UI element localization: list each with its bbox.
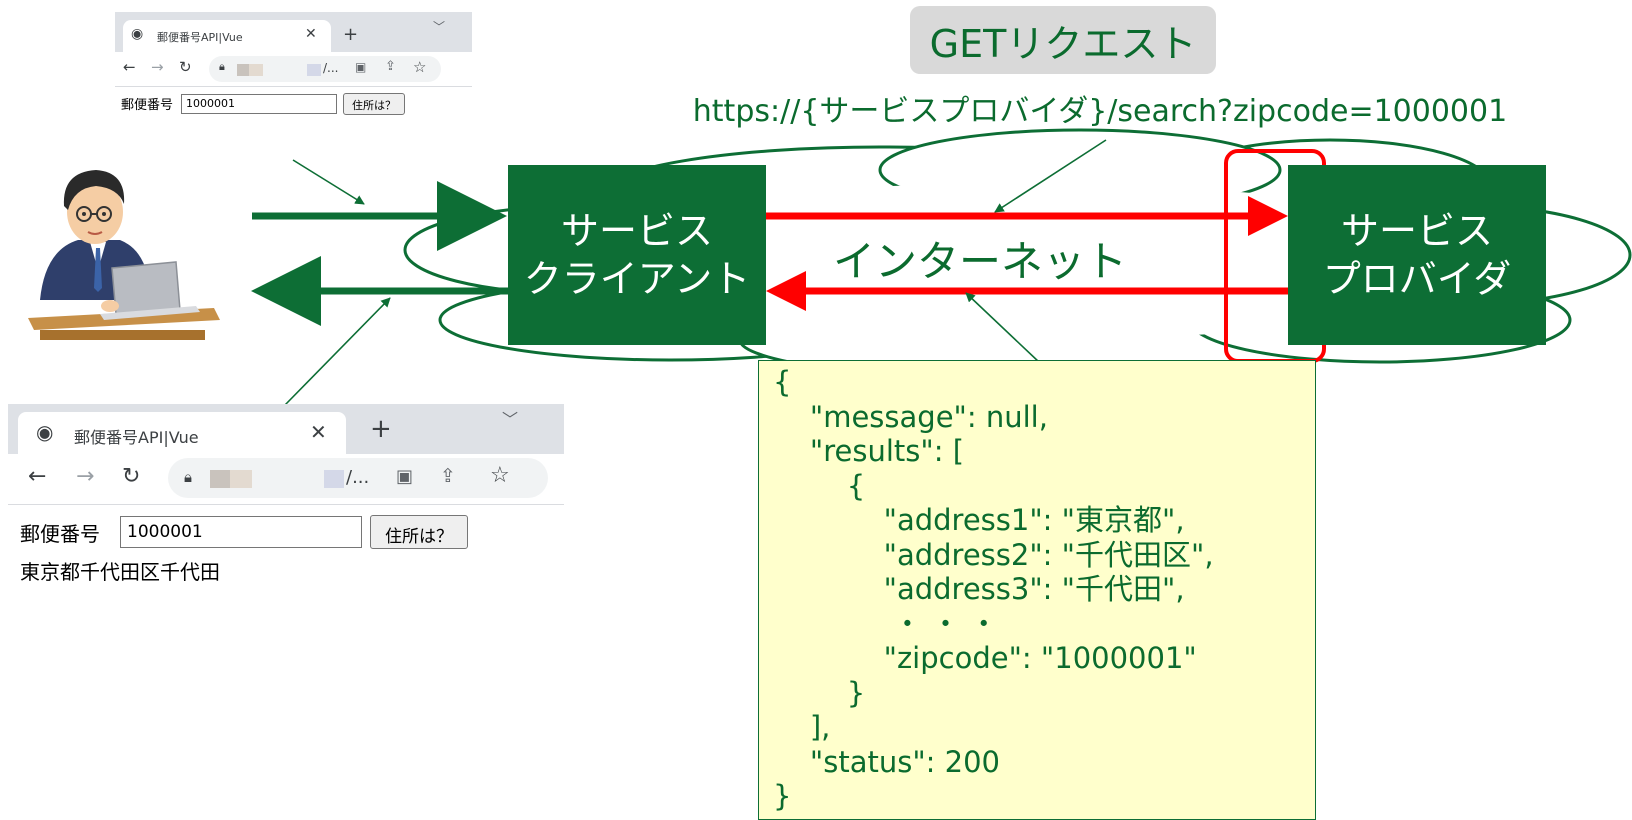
json-line: "address2": "千代田区", (773, 537, 1214, 572)
request-url-label: https://{サービスプロバイダ}/search?zipcode=10000… (692, 94, 1508, 129)
lock-icon: 🔒︎ (219, 60, 225, 73)
zipcode-input[interactable]: 1000001 (181, 94, 337, 114)
blurred-url (237, 64, 249, 76)
json-line: "address3": "千代田", (773, 572, 1185, 606)
browser-window-request: ◉ 郵便番号API|Vue ✕ + ﹀ ← → ↻ 🔒︎ /... ▣ ⇪ ☆ … (115, 12, 472, 124)
globe-icon: ◉ (131, 26, 144, 42)
address-lookup-button[interactable]: 住所は？ (370, 515, 468, 549)
json-line: ・ ・ ・ (773, 606, 999, 641)
browser-toolbar: ← → ↻ 🔒︎ /... ▣ ⇪ ☆ (8, 454, 564, 505)
globe-icon: ◉ (36, 420, 54, 444)
translate-icon[interactable]: ▣ (396, 466, 413, 487)
close-tab-icon[interactable]: ✕ (305, 26, 317, 42)
new-tab-icon[interactable]: + (343, 24, 358, 45)
user-illustration (28, 170, 220, 340)
reload-icon[interactable]: ↻ (122, 464, 140, 489)
tab-search-icon[interactable]: ﹀ (502, 406, 518, 430)
provider-box-line1: サービス (1340, 209, 1493, 253)
tab-strip: ◉ 郵便番号API|Vue ✕ + ﹀ (115, 12, 472, 52)
blurred-url (210, 470, 230, 488)
client-box-line1: サービス (560, 209, 713, 253)
blurred-url (230, 470, 252, 488)
json-response-panel: { "message": null, "results": [ { "addre… (758, 360, 1316, 820)
json-line: ], (773, 710, 831, 744)
client-box-line2: クライアント (523, 257, 751, 301)
back-icon[interactable]: ← (123, 58, 136, 76)
back-icon[interactable]: ← (28, 464, 46, 489)
get-request-label: GETリクエスト (910, 6, 1216, 74)
url-suffix: /... (346, 467, 370, 488)
service-client-box: サービス クライアント (508, 165, 766, 345)
address-bar[interactable]: 🔒︎ /... ▣ ⇪ ☆ (168, 458, 548, 498)
tab-strip: ◉ 郵便番号API|Vue ✕ + ﹀ (8, 404, 564, 454)
provider-box-line2: プロバイダ (1322, 257, 1512, 301)
tab-search-icon[interactable]: ﹀ (433, 18, 445, 35)
blurred-url (249, 64, 263, 76)
browser-tab[interactable]: ◉ 郵便番号API|Vue ✕ (18, 412, 346, 454)
browser-window-result: ◉ 郵便番号API|Vue ✕ + ﹀ ← → ↻ 🔒︎ /... ▣ ⇪ ☆ … (8, 404, 564, 604)
tab-title: 郵便番号API|Vue (74, 428, 199, 447)
json-line: "status": 200 (773, 744, 1001, 779)
reload-icon[interactable]: ↻ (179, 58, 192, 76)
blurred-url (307, 64, 321, 76)
share-icon[interactable]: ⇪ (440, 465, 456, 487)
address-result-text: 東京都千代田区千代田 (20, 560, 220, 584)
json-line: "zipcode": "1000001" (773, 641, 1197, 675)
address-lookup-button[interactable]: 住所は？ (343, 93, 405, 115)
browser-tab[interactable]: ◉ 郵便番号API|Vue ✕ (123, 20, 331, 52)
forward-icon[interactable]: → (151, 58, 164, 76)
url-suffix: /... (323, 61, 339, 75)
json-line: } (773, 779, 792, 813)
bookmark-star-icon[interactable]: ☆ (413, 58, 426, 76)
browser-toolbar: ← → ↻ 🔒︎ /... ▣ ⇪ ☆ (115, 52, 472, 87)
translate-icon[interactable]: ▣ (355, 60, 366, 74)
zipcode-input[interactable]: 1000001 (120, 516, 362, 548)
pointer-to-response (284, 297, 391, 406)
address-bar[interactable]: 🔒︎ /... ▣ ⇪ ☆ (209, 56, 441, 82)
zipcode-label: 郵便番号 (121, 98, 174, 113)
service-provider-box: サービス プロバイダ (1288, 165, 1546, 345)
tab-title: 郵便番号API|Vue (157, 31, 243, 44)
forward-icon[interactable]: → (76, 464, 94, 489)
bookmark-star-icon[interactable]: ☆ (490, 463, 510, 488)
blurred-url (324, 470, 344, 488)
json-line: } (773, 675, 866, 710)
json-line: "results": [ (773, 434, 965, 468)
json-line: { (773, 468, 866, 503)
new-tab-icon[interactable]: + (370, 414, 392, 444)
json-line: "address1": "東京都", (773, 503, 1185, 537)
internet-label: インターネット (832, 237, 1127, 286)
close-tab-icon[interactable]: ✕ (310, 420, 327, 444)
json-line: { (773, 365, 792, 399)
zipcode-label: 郵便番号 (20, 522, 100, 546)
lock-icon: 🔒︎ (184, 468, 192, 486)
pointer-to-request (292, 159, 365, 205)
json-line: "message": null, (773, 399, 1048, 434)
share-icon[interactable]: ⇪ (385, 59, 396, 74)
